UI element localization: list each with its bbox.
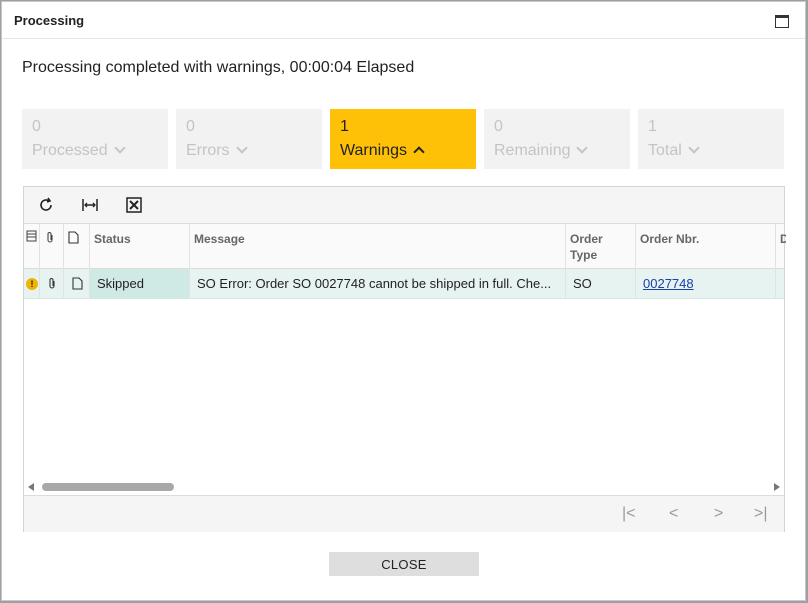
order-nbr-link[interactable]: 0027748 bbox=[643, 276, 694, 291]
scroll-thumb[interactable] bbox=[42, 483, 174, 491]
column-header-files[interactable] bbox=[40, 224, 64, 269]
processing-dialog: Processing Processing completed with war… bbox=[1, 1, 806, 601]
next-page-icon[interactable]: > bbox=[714, 505, 723, 523]
tile-warnings[interactable]: 1 Warnings bbox=[330, 109, 476, 169]
row-order-type: SO bbox=[566, 269, 636, 298]
table-row[interactable]: ! Skipped SO Error: Order SO 0027748 can… bbox=[24, 269, 784, 299]
grid-pager: |< < > >| bbox=[24, 495, 784, 532]
row-warning-cell: ! bbox=[24, 269, 40, 298]
note-icon bbox=[68, 231, 79, 244]
tile-count: 0 bbox=[186, 118, 195, 135]
status-message: Processing completed with warnings, 00:0… bbox=[22, 59, 415, 76]
export-excel-icon[interactable] bbox=[125, 196, 143, 214]
row-status: Skipped bbox=[90, 269, 190, 298]
tile-count: 0 bbox=[494, 118, 503, 135]
fit-columns-icon[interactable] bbox=[81, 196, 99, 214]
refresh-icon[interactable] bbox=[37, 196, 55, 214]
column-header-order-nbr[interactable]: Order Nbr. bbox=[636, 224, 776, 269]
dialog-titlebar: Processing bbox=[2, 2, 805, 39]
column-header-order-type[interactable]: Order Type bbox=[566, 224, 636, 269]
column-header-message[interactable]: Message bbox=[190, 224, 566, 269]
warning-icon: ! bbox=[26, 278, 38, 290]
row-message: SO Error: Order SO 0027748 cannot be shi… bbox=[190, 269, 566, 298]
scroll-left-arrow-icon[interactable] bbox=[28, 483, 34, 491]
column-header-notes[interactable] bbox=[64, 224, 90, 269]
tile-label: Processed bbox=[32, 142, 108, 159]
column-header-truncated[interactable]: D bbox=[776, 224, 786, 269]
scroll-right-arrow-icon[interactable] bbox=[774, 483, 780, 491]
tile-errors[interactable]: 0 Errors bbox=[176, 109, 322, 169]
last-page-icon[interactable]: >| bbox=[754, 505, 768, 523]
note-icon bbox=[72, 277, 83, 290]
maximize-icon[interactable] bbox=[775, 15, 789, 28]
row-files-cell[interactable] bbox=[40, 269, 64, 298]
chevron-down-icon bbox=[576, 142, 589, 154]
close-button[interactable]: CLOSE bbox=[329, 552, 479, 576]
prev-page-icon[interactable]: < bbox=[669, 505, 678, 523]
chevron-up-icon bbox=[413, 146, 425, 158]
tile-count: 1 bbox=[340, 118, 349, 135]
row-notes-cell[interactable] bbox=[64, 269, 90, 298]
tile-count: 0 bbox=[32, 118, 41, 135]
tile-remaining[interactable]: 0 Remaining bbox=[484, 109, 630, 169]
first-page-icon[interactable]: |< bbox=[622, 505, 636, 523]
tile-total[interactable]: 1 Total bbox=[638, 109, 784, 169]
column-header-status[interactable]: Status bbox=[90, 224, 190, 269]
dialog-title: Processing bbox=[14, 13, 85, 28]
tile-label: Errors bbox=[186, 142, 230, 159]
paperclip-icon bbox=[47, 232, 53, 243]
tile-label: Warnings bbox=[340, 142, 407, 159]
tile-processed[interactable]: 0 Processed bbox=[22, 109, 168, 169]
row-status-icon bbox=[26, 230, 37, 242]
horizontal-scrollbar[interactable] bbox=[24, 479, 784, 495]
tile-label: Total bbox=[648, 142, 682, 159]
grid-toolbar bbox=[24, 187, 784, 224]
tile-label: Remaining bbox=[494, 142, 571, 159]
chevron-down-icon bbox=[688, 142, 700, 154]
results-grid: Status Message Order Type Order Nbr. D !… bbox=[23, 186, 786, 532]
row-order-nbr-cell: 0027748 bbox=[636, 269, 776, 298]
paperclip-icon bbox=[49, 278, 55, 289]
chevron-down-icon bbox=[235, 142, 248, 154]
tile-count: 1 bbox=[648, 118, 657, 135]
grid-header-row: Status Message Order Type Order Nbr. D bbox=[24, 224, 786, 269]
column-header-row-status[interactable] bbox=[24, 224, 40, 269]
chevron-down-icon bbox=[113, 142, 126, 154]
